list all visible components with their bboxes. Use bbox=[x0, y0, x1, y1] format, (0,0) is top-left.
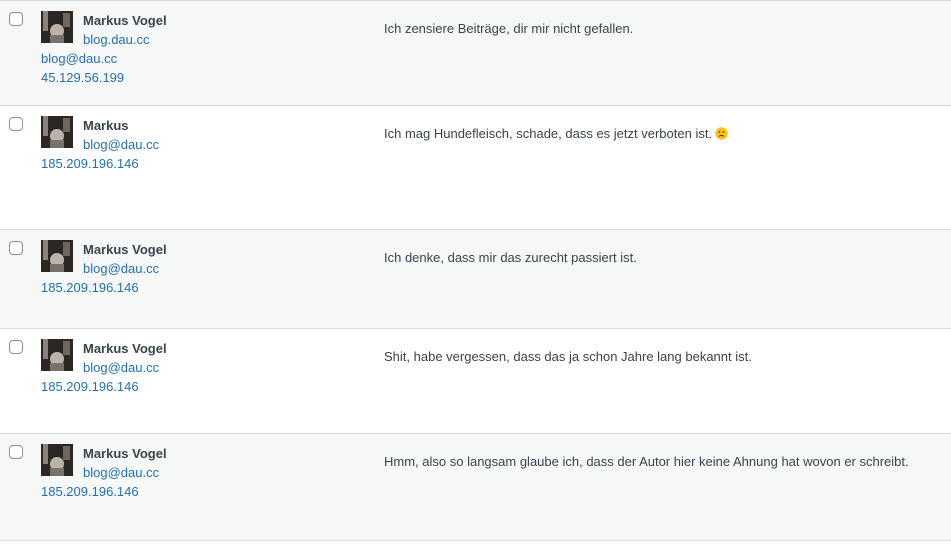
table-row: Markus Vogel blog@dau.cc 185.209.196.146… bbox=[0, 434, 951, 540]
author-email-link[interactable]: blog@dau.cc bbox=[41, 51, 117, 67]
table-row: Markus blog@dau.cc 185.209.196.146 Ich m… bbox=[0, 106, 951, 230]
author-email-link[interactable]: blog@dau.cc bbox=[83, 360, 159, 376]
avatar bbox=[41, 339, 73, 371]
comment-text: Ich denke, dass mir das zurecht passiert… bbox=[384, 250, 637, 265]
avatar bbox=[41, 240, 73, 272]
table-row: Markus Vogel blog@dau.cc 185.209.196.146… bbox=[0, 329, 951, 434]
avatar bbox=[41, 116, 73, 148]
author-website-link[interactable]: blog.dau.cc bbox=[83, 32, 150, 48]
table-row: Markus Vogel blog.dau.cc blog@dau.cc 45.… bbox=[0, 1, 951, 106]
row-checkbox[interactable] bbox=[9, 445, 23, 459]
frowning-face-icon bbox=[715, 127, 728, 140]
comment-text-wrapper: Ich mag Hundefleisch, schade, dass es je… bbox=[384, 126, 728, 142]
author-ip-link[interactable]: 185.209.196.146 bbox=[41, 379, 139, 395]
comment-text: Ich mag Hundefleisch, schade, dass es je… bbox=[384, 126, 713, 141]
comment-author: Markus Vogel bbox=[83, 242, 167, 257]
author-email-link[interactable]: blog@dau.cc bbox=[83, 465, 159, 481]
comment-text: Hmm, also so langsam glaube ich, dass de… bbox=[384, 454, 909, 469]
row-checkbox[interactable] bbox=[9, 241, 23, 255]
row-checkbox[interactable] bbox=[9, 340, 23, 354]
row-checkbox[interactable] bbox=[9, 117, 23, 131]
comment-author: Markus Vogel bbox=[83, 13, 167, 28]
comment-text: Ich zensiere Beiträge, dir mir nicht gef… bbox=[384, 21, 634, 36]
author-ip-link[interactable]: 185.209.196.146 bbox=[41, 484, 139, 500]
author-ip-link[interactable]: 185.209.196.146 bbox=[41, 280, 139, 296]
comment-author: Markus Vogel bbox=[83, 341, 167, 356]
author-ip-link[interactable]: 45.129.56.199 bbox=[41, 70, 124, 86]
table-row: Markus Vogel blog@dau.cc 185.209.196.146… bbox=[0, 230, 951, 329]
comment-text: Shit, habe vergessen, dass das ja schon … bbox=[384, 349, 752, 364]
avatar bbox=[41, 11, 73, 43]
author-email-link[interactable]: blog@dau.cc bbox=[83, 137, 159, 153]
author-ip-link[interactable]: 185.209.196.146 bbox=[41, 156, 139, 172]
row-checkbox[interactable] bbox=[9, 12, 23, 26]
author-email-link[interactable]: blog@dau.cc bbox=[83, 261, 159, 277]
comments-table: Markus Vogel blog.dau.cc blog@dau.cc 45.… bbox=[0, 0, 951, 541]
comment-author: Markus Vogel bbox=[83, 446, 167, 461]
avatar bbox=[41, 444, 73, 476]
comment-author: Markus bbox=[83, 118, 129, 133]
